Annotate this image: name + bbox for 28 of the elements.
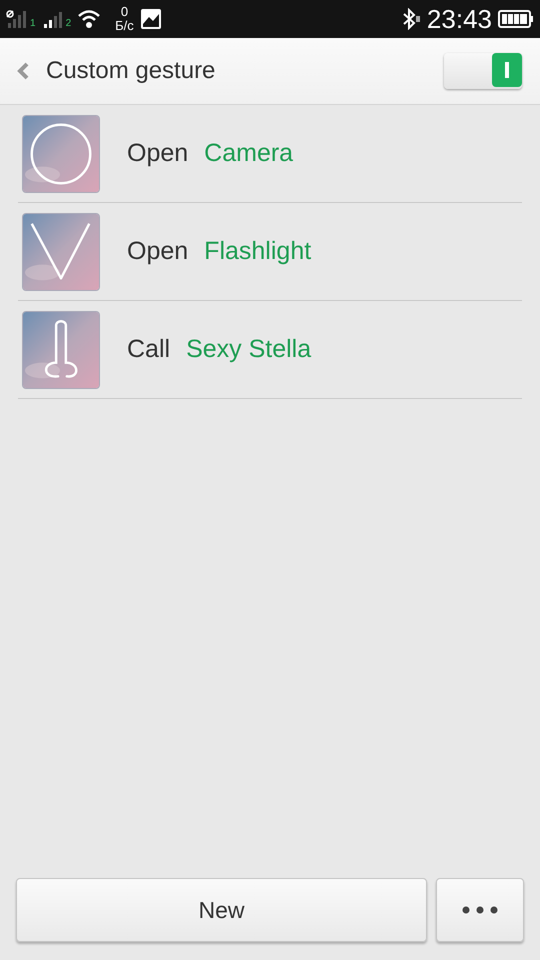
no-sim-signal-icon	[6, 9, 28, 29]
more-button[interactable]	[436, 878, 524, 942]
toggle-switch[interactable]	[444, 53, 522, 89]
wifi-icon	[77, 9, 102, 29]
target-label: Flashlight	[204, 237, 312, 266]
more-icon	[462, 906, 498, 914]
gesture-thumbnail[interactable]	[22, 114, 100, 192]
loop-gesture-icon	[44, 320, 78, 378]
target-label: Sexy Stella	[186, 335, 312, 364]
target-label: Camera	[204, 139, 294, 168]
screen-title: Custom gesture	[46, 57, 216, 85]
gesture-thumbnail[interactable]	[22, 212, 100, 290]
new-button[interactable]: New	[16, 878, 427, 942]
speed-unit: Б/с	[115, 19, 134, 33]
gesture-thumbnail[interactable]	[22, 310, 100, 388]
image-notification-icon	[140, 8, 162, 30]
action-label: Open	[127, 139, 188, 168]
action-label: Call	[127, 335, 170, 364]
battery-icon	[498, 10, 534, 28]
speed-value: 0	[120, 5, 128, 19]
v-gesture-icon	[30, 222, 90, 280]
circle-gesture-icon	[30, 123, 92, 184]
signal-icon	[42, 9, 64, 29]
sim-number: 1	[30, 18, 36, 29]
action-label: Open	[127, 237, 188, 266]
bluetooth-icon	[400, 8, 421, 30]
clock-time: 23:43	[426, 4, 492, 34]
sim-number: 2	[66, 18, 72, 29]
